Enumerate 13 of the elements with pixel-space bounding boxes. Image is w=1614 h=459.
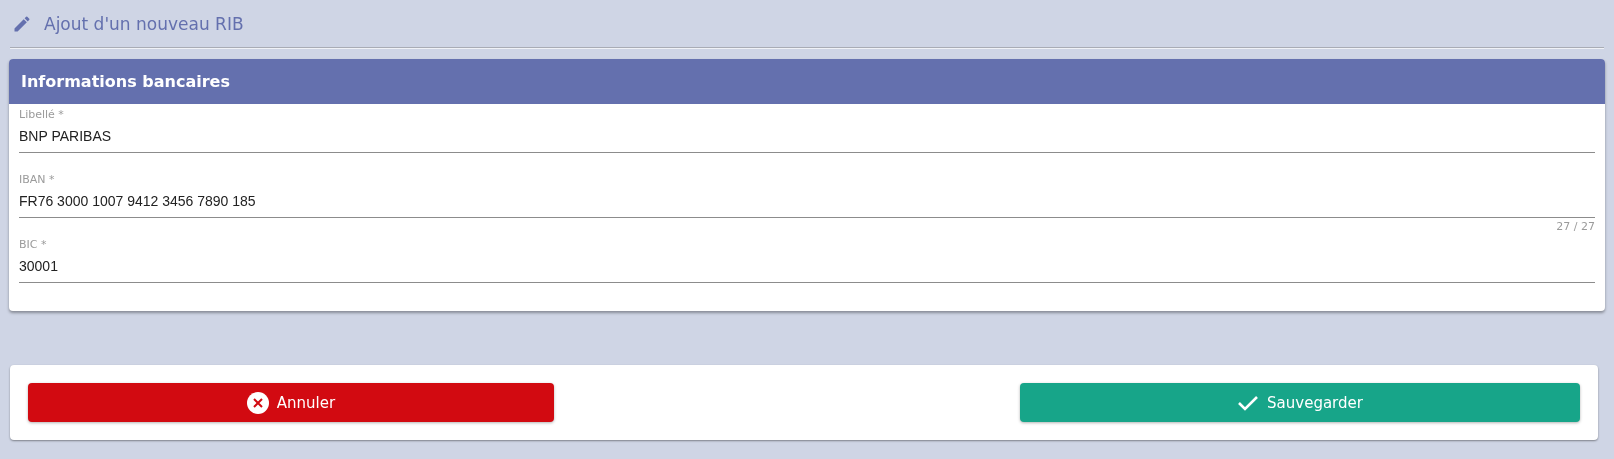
field-label: IBAN * bbox=[19, 173, 56, 187]
character-counter: 27 / 27 bbox=[1556, 220, 1595, 234]
field-label: Libellé * bbox=[19, 108, 65, 122]
input-field[interactable]: 30001 bbox=[19, 252, 1595, 283]
close-icon bbox=[246, 391, 269, 414]
check-icon bbox=[1237, 393, 1260, 412]
input-field[interactable]: FR76 3000 1007 9412 3456 7890 185 bbox=[19, 187, 1595, 218]
input-field[interactable]: BNP PARIBAS bbox=[19, 122, 1595, 153]
cancel-button[interactable]: Annuler bbox=[28, 383, 554, 422]
card-title: Informations bancaires bbox=[9, 59, 1605, 104]
pencil-icon bbox=[12, 13, 32, 34]
field-label: BIC * bbox=[19, 238, 48, 252]
page-title: Ajout d'un nouveau RIB bbox=[44, 13, 244, 34]
